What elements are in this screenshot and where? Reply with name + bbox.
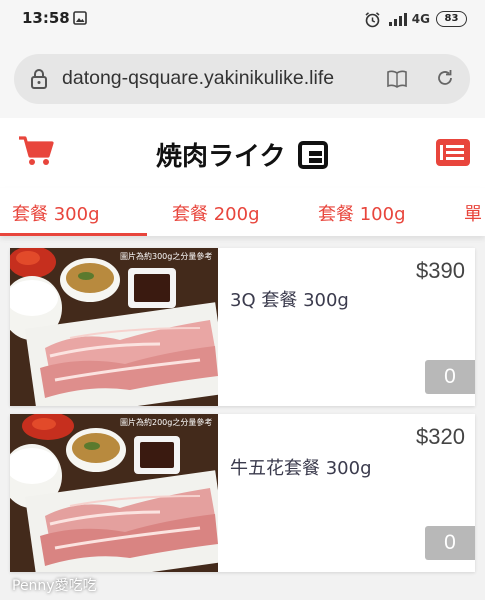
tab-set-300g[interactable]: 套餐 300g: [12, 200, 100, 226]
product-card[interactable]: 圖片為約300g之分量參考 3Q 套餐 300g $390 0: [10, 248, 475, 406]
product-price: $320: [416, 424, 465, 449]
url-text[interactable]: datong-qsquare.yakinikulike.life: [62, 67, 362, 90]
watermark: Penny愛吃吃: [12, 578, 97, 594]
menu-icon[interactable]: [436, 139, 470, 166]
category-tabs: 套餐 300g 套餐 200g 套餐 100g 單: [0, 188, 485, 236]
product-name: 3Q 套餐 300g: [230, 290, 349, 311]
logo-text: 焼肉ライク: [156, 142, 285, 170]
signal-icon: [388, 13, 407, 26]
alarm-icon: [365, 11, 380, 27]
quantity-badge[interactable]: 0: [425, 360, 475, 394]
quantity-badge[interactable]: 0: [425, 526, 475, 560]
photo-note: 圖片為約200g之分量參考: [120, 417, 212, 427]
tab-single[interactable]: 單: [464, 200, 482, 226]
reload-icon[interactable]: [435, 68, 455, 88]
status-bar: 13:58 4G 83: [0, 0, 485, 40]
product-price: $390: [416, 258, 465, 283]
product-photo: 圖片為約200g之分量參考: [10, 414, 218, 572]
product-photo: 圖片為約300g之分量參考: [10, 248, 218, 406]
product-card[interactable]: 圖片為約200g之分量參考 牛五花套餐 300g $320 0: [10, 414, 475, 572]
status-indicators: 4G 83: [364, 9, 467, 29]
product-name: 牛五花套餐 300g: [230, 458, 372, 479]
lock-icon[interactable]: [30, 68, 48, 90]
address-bar[interactable]: datong-qsquare.yakinikulike.life: [14, 54, 470, 104]
tab-set-100g[interactable]: 套餐 100g: [318, 200, 406, 226]
site-logo[interactable]: 焼肉ライク: [156, 138, 331, 170]
network-type: 4G: [411, 12, 430, 26]
browser-toolbar: datong-qsquare.yakinikulike.life: [0, 40, 485, 118]
tab-set-200g[interactable]: 套餐 200g: [172, 200, 260, 226]
battery-icon: 83: [436, 11, 467, 27]
reader-mode-icon[interactable]: [386, 68, 408, 90]
active-tab-indicator: [0, 233, 147, 236]
site-header: 焼肉ライク: [0, 118, 485, 188]
photo-note: 圖片為約300g之分量參考: [120, 251, 212, 261]
cart-icon[interactable]: [18, 135, 54, 167]
url-fade: [334, 62, 364, 96]
status-time: 13:58: [22, 9, 70, 27]
gallery-notification-icon: [73, 11, 87, 25]
